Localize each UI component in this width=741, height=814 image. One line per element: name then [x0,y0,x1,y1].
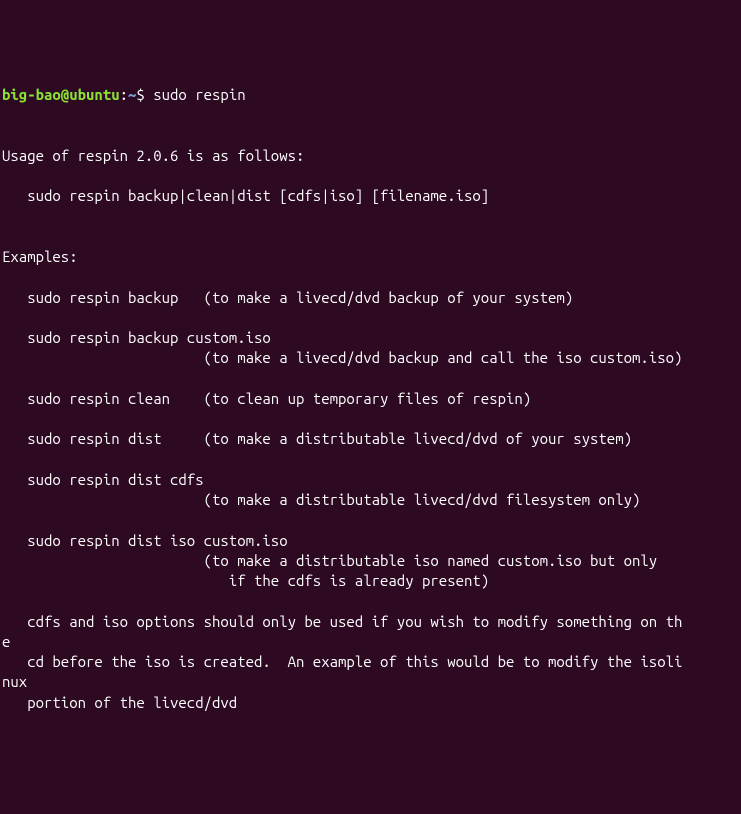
output-example-dist-cdfs: sudo respin dist cdfs [2,471,204,488]
output-example-dist-cdfs-desc: (to make a distributable livecd/dvd file… [2,491,640,508]
output-example-clean: sudo respin clean (to clean up temporary… [2,390,531,407]
prompt-line: big-bao@ubuntu:~$ sudo respin [2,86,246,103]
prompt-separator: : [120,86,128,103]
output-example-backup-custom-desc: (to make a livecd/dvd backup and call th… [2,349,682,366]
output-example-dist: sudo respin dist (to make a distributabl… [2,430,632,447]
output-example-dist-iso-desc1: (to make a distributable iso named custo… [2,552,657,569]
output-note-line2a: cd before the iso is created. An example… [2,653,682,670]
output-example-backup: sudo respin backup (to make a livecd/dvd… [2,289,573,306]
output-usage-syntax: sudo respin backup|clean|dist [cdfs|iso]… [2,187,489,204]
output-examples-header: Examples: [2,248,78,265]
output-usage-header: Usage of respin 2.0.6 is as follows: [2,147,304,164]
prompt-user-host: big-bao@ubuntu [2,86,120,103]
output-note-line1b: e [2,633,10,650]
command-input[interactable]: sudo respin [153,86,245,103]
output-example-backup-custom: sudo respin backup custom.iso [2,329,271,346]
output-note-line3: portion of the livecd/dvd [2,694,237,711]
output-example-dist-iso: sudo respin dist iso custom.iso [2,532,288,549]
output-note-line1a: cdfs and iso options should only be used… [2,613,682,630]
output-note-line2b: nux [2,673,27,690]
terminal-window[interactable]: big-bao@ubuntu:~$ sudo respin Usage of r… [2,85,739,713]
output-example-dist-iso-desc2: if the cdfs is already present) [2,572,489,589]
prompt-dollar: $ [136,86,153,103]
